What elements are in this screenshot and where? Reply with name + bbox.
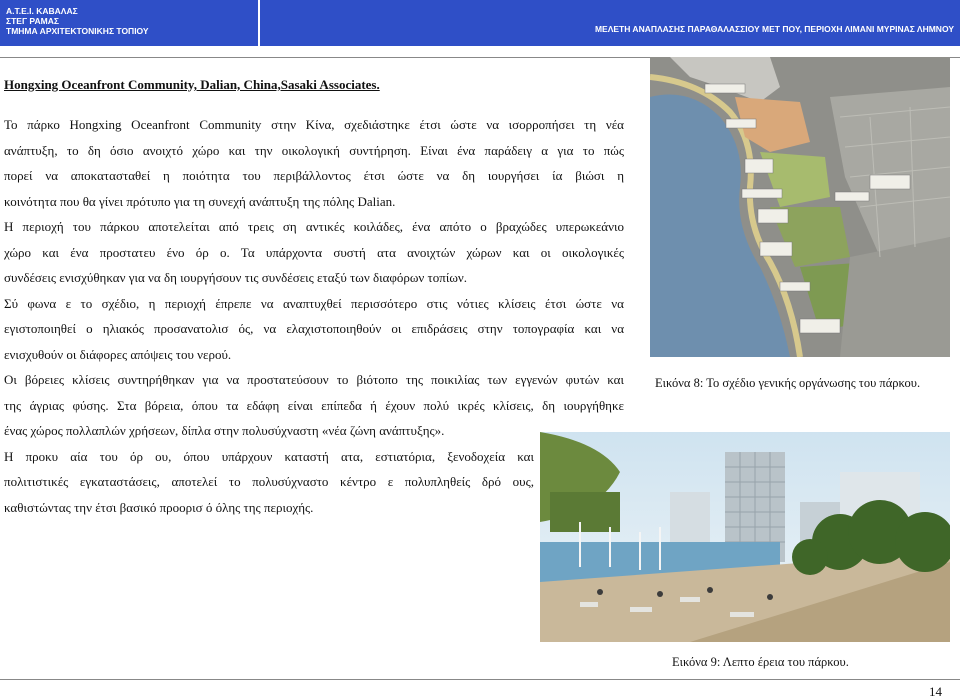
paragraph-line: πολιτιστικές εγκαταστάσεις, αποτελεί το … bbox=[4, 474, 534, 489]
paragraph-line: κοινότητα που θα γίνει πρότυπο για τη συ… bbox=[4, 193, 396, 209]
promenade-image bbox=[540, 432, 950, 642]
header-project-title: ΜΕΛΕΤΗ ΑΝΑΠΛΑΣΗΣ ΠΑΡΑΘΑΛΑΣΣΙΟΥ ΜΕΤ ΠΟΥ, … bbox=[260, 0, 960, 46]
paragraph-line: ανάπτυξη, το δη όσιο ανοιχτό χώρο και τη… bbox=[4, 142, 624, 158]
master-plan-image bbox=[650, 57, 950, 357]
body-text: Το πάρκο Hongxing Oceanfront Community σ… bbox=[4, 112, 624, 520]
paragraph-line: ενισχυθούν οι διάφορες απόψεις του νερού… bbox=[4, 346, 232, 362]
paragraph-line: Οι βόρειες κλίσεις συντηρήθηκαν για να π… bbox=[4, 372, 624, 387]
figure-8-caption: Εικόνα 8: Το σχέδιο γενικής οργάνωσης το… bbox=[655, 376, 921, 390]
footer-divider bbox=[0, 679, 960, 680]
paragraph-line: καθιστώντας την έτσι βασικό προορισ ό όλ… bbox=[4, 499, 314, 515]
paragraph-line: ένας χώρος πολλαπλών χρήσεων, δίπλα στην… bbox=[4, 423, 445, 438]
paragraph-line: χώρο και ένα προστατευ ένο όρ ο. Τα υπάρ… bbox=[4, 244, 624, 260]
paragraph-line: συνδέσεις ενισχύθηκαν για να δη ιουργήσο… bbox=[4, 270, 468, 285]
paragraph-line: πορεί να αποκατασταθεί η ποιότητα του πε… bbox=[4, 168, 624, 183]
paragraph-line: της άγριας φύσης. Στα βόρεια, όπου τα εδ… bbox=[4, 397, 624, 413]
paragraph-line: Το πάρκο Hongxing Oceanfront Community σ… bbox=[4, 117, 624, 132]
header-right-text: ΜΕΛΕΤΗ ΑΝΑΠΛΑΣΗΣ ΠΑΡΑΘΑΛΑΣΣΙΟΥ ΜΕΤ ΠΟΥ, … bbox=[594, 24, 954, 34]
section-title: Hongxing Oceanfront Community, Dalian, C… bbox=[4, 77, 380, 92]
paragraph-line: Σύ φωνα ε το σχέδιο, η περιοχή έπρεπε να… bbox=[4, 295, 624, 311]
header-line-3: ΤΜΗΜΑ ΑΡΧΙΤΕΚΤΟΝΙΚΗΣ ΤΟΠΙΟΥ bbox=[6, 26, 149, 36]
figure-9-caption: Εικόνα 9: Λεπτο έρεια του πάρκου. bbox=[672, 655, 849, 669]
header-line-1: A.T.E.I. ΚΑΒΑΛΑΣ bbox=[6, 6, 78, 16]
paragraph-line: εγιστοποιηθεί ο ηλιακός προσανατολισ ός,… bbox=[4, 321, 624, 336]
header-line-2: ΣΤΕΓ ΡΑΜΑΣ bbox=[6, 16, 59, 26]
paragraph-line: Η προκυ αία του όρ ου, όπου υπάρχουν κατ… bbox=[4, 448, 534, 464]
header-institution: A.T.E.I. ΚΑΒΑΛΑΣ ΣΤΕΓ ΡΑΜΑΣ ΤΜΗΜΑ ΑΡΧΙΤΕ… bbox=[0, 0, 258, 46]
paragraph-line: Η περιοχή του πάρκου αποτελείται από τρε… bbox=[4, 219, 624, 234]
